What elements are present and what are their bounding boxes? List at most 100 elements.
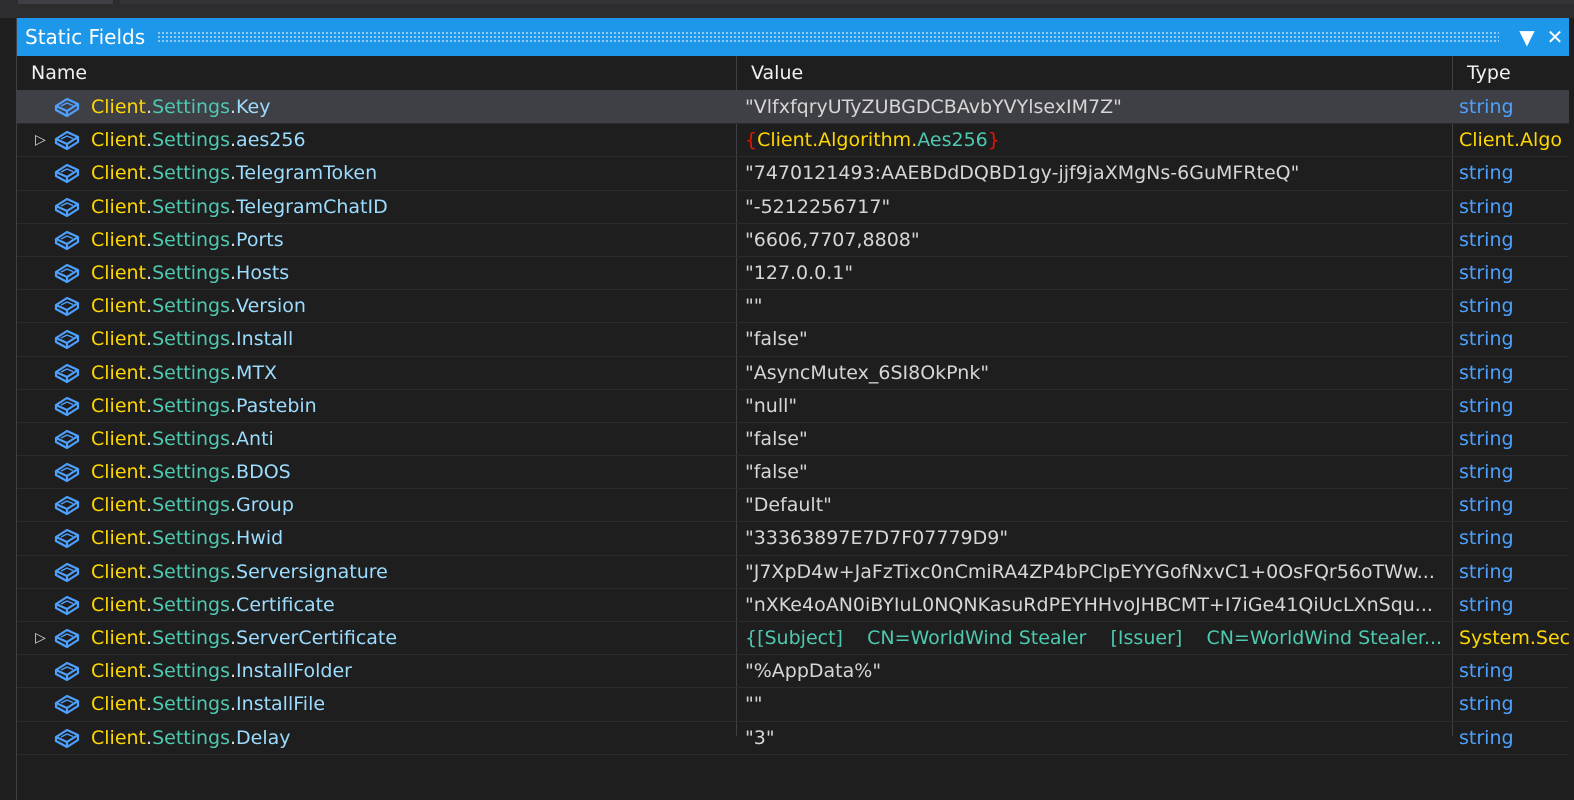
list-item[interactable]: Client.Settings.Serversignature "J7XpD4w+… — [17, 556, 1569, 589]
static-field-icon — [53, 161, 81, 185]
name-cell: Client.Settings.Install — [17, 323, 737, 355]
static-field-icon — [53, 228, 81, 252]
static-fields-panel: Static Fields ▼ ✕ Name Value Type Client… — [16, 18, 1569, 800]
string-value: "null" — [745, 394, 798, 417]
list-item[interactable]: Client.Settings.BDOS "false" string — [17, 456, 1569, 490]
value-cell[interactable]: "J7XpD4w+JaFzTixc0nCmiRA4ZP4bPClpEYYGofN… — [745, 556, 1453, 588]
list-item[interactable]: Client.Settings.Hosts "127.0.0.1" string — [17, 257, 1569, 291]
list-item[interactable]: Client.Settings.Install "false" string — [17, 323, 1569, 357]
field-name: Client.Settings.aes256 — [91, 124, 306, 156]
value-cell[interactable]: {[Subject] CN=WorldWind Stealer [Issuer]… — [745, 622, 1453, 654]
column-header-type[interactable]: Type — [1453, 56, 1569, 90]
value-cell[interactable]: "7470121493:AAEBDdDQBD1gy-jjf9jaXMgNs-6G… — [745, 157, 1453, 189]
value-cell[interactable]: "127.0.0.1" — [745, 257, 1453, 289]
expand-triangle-icon[interactable]: ▷ — [35, 622, 47, 654]
class-settings: Settings — [152, 228, 230, 251]
window-position-dropdown-icon[interactable]: ▼ — [1513, 18, 1541, 56]
value-cell[interactable]: "%AppData%" — [745, 655, 1453, 687]
field-identifier: Install — [236, 328, 294, 351]
column-header-value[interactable]: Value — [737, 56, 1453, 90]
value-cell[interactable]: "3" — [745, 722, 1453, 754]
value-cell[interactable]: "" — [745, 290, 1453, 322]
field-name: Client.Settings.Certificate — [91, 589, 335, 621]
field-identifier: BDOS — [236, 461, 291, 484]
value-cell[interactable]: "" — [745, 688, 1453, 720]
field-name: Client.Settings.InstallFile — [91, 688, 325, 720]
class-settings: Settings — [152, 726, 230, 749]
static-field-icon — [53, 294, 81, 318]
list-item[interactable]: Client.Settings.Hwid "33363897E7D7F07779D… — [17, 522, 1569, 556]
value-cell[interactable]: "AsyncMutex_6SI8OkPnk" — [745, 357, 1453, 389]
name-cell: Client.Settings.Hosts — [17, 257, 737, 289]
name-cell: Client.Settings.Delay — [17, 722, 737, 754]
namespace-client: Client — [91, 726, 147, 749]
field-identifier: TelegramChatID — [236, 195, 388, 218]
list-item[interactable]: ▷ Client.Settings.aes256 {Client.Algorithm… — [17, 124, 1569, 158]
value-cell[interactable]: "false" — [745, 456, 1453, 488]
value-cell[interactable]: "false" — [745, 423, 1453, 455]
value-cell[interactable]: "Default" — [745, 489, 1453, 521]
tab-strip-track — [120, 0, 1574, 4]
namespace-client: Client — [91, 427, 147, 450]
string-value: "" — [745, 295, 763, 318]
value-cell[interactable]: "false" — [745, 323, 1453, 355]
list-item[interactable]: Client.Settings.Certificate "nXKe4oAN0iBY… — [17, 589, 1569, 622]
value-cell[interactable]: "null" — [745, 390, 1453, 422]
list-item[interactable]: Client.Settings.TelegramToken "7470121493… — [17, 157, 1569, 191]
list-item[interactable]: Client.Settings.Key "VlfxfqryUTyZUBGDCBAv… — [17, 91, 1569, 125]
class-settings: Settings — [152, 427, 230, 450]
type-cell: string — [1459, 96, 1514, 118]
value-cell[interactable]: "33363897E7D7F07779D9" — [745, 522, 1453, 554]
string-value: "J7XpD4w+JaFzTixc0nCmiRA4ZP4bPClpEYYGofN… — [745, 560, 1435, 583]
string-value: "" — [745, 693, 763, 716]
close-icon[interactable]: ✕ — [1541, 18, 1569, 56]
string-value: "127.0.0.1" — [745, 261, 854, 284]
type-cell: string — [1459, 660, 1514, 683]
list-item[interactable]: Client.Settings.InstallFile "" string — [17, 688, 1569, 722]
titlebar-grip[interactable] — [157, 31, 1499, 43]
value-cell[interactable]: "6606,7707,8808" — [745, 224, 1453, 256]
namespace-client: Client — [91, 560, 147, 583]
list-item[interactable]: Client.Settings.MTX "AsyncMutex_6SI8OkPnk… — [17, 357, 1569, 390]
field-name: Client.Settings.Delay — [91, 722, 291, 754]
list-item[interactable]: Client.Settings.Ports "6606,7707,8808" str… — [17, 224, 1569, 257]
value-cell[interactable]: {Client.Algorithm.Aes256} — [745, 124, 1453, 156]
list-item[interactable]: Client.Settings.Anti "false" string — [17, 423, 1569, 457]
field-name: Client.Settings.Pastebin — [91, 390, 317, 422]
list-item[interactable]: Client.Settings.Version "" string — [17, 290, 1569, 324]
name-cell: Client.Settings.Pastebin — [17, 390, 737, 422]
namespace-client: Client — [91, 693, 147, 716]
type-cell: string — [1459, 427, 1514, 450]
panel-titlebar[interactable]: Static Fields ▼ ✕ — [17, 18, 1569, 56]
class-settings: Settings — [152, 195, 230, 218]
value-cell[interactable]: "nXKe4oAN0iBYIuL0NQNKasuRdPEYHHvoJHBCMT+… — [745, 589, 1453, 621]
name-cell: Client.Settings.MTX — [17, 357, 737, 389]
name-cell: ▷ Client.Settings.aes256 — [17, 124, 737, 156]
list-item[interactable]: Client.Settings.Delay "3" string — [17, 722, 1569, 755]
field-name: Client.Settings.Key — [91, 91, 271, 123]
value-cell[interactable]: "-5212256717" — [745, 191, 1453, 223]
list-item[interactable]: Client.Settings.Pastebin "null" string — [17, 390, 1569, 423]
class-settings: Settings — [152, 461, 230, 484]
static-field-icon — [53, 726, 81, 750]
column-header-name[interactable]: Name — [17, 56, 737, 90]
namespace-client: Client — [91, 96, 147, 118]
list-item[interactable]: Client.Settings.Group "Default" string — [17, 489, 1569, 523]
string-value: "%AppData%" — [745, 660, 882, 683]
static-field-icon — [53, 128, 81, 152]
object-type-class: Aes256 — [917, 129, 988, 152]
field-name: Client.Settings.Hwid — [91, 522, 283, 554]
value-cell[interactable]: "VlfxfqryUTyZUBGDCBAvbYVYlsexIM7Z" — [745, 91, 1453, 123]
expand-triangle-icon[interactable]: ▷ — [35, 124, 47, 156]
list-item[interactable]: Client.Settings.InstallFolder "%AppData%"… — [17, 655, 1569, 689]
field-name: Client.Settings.TelegramToken — [91, 157, 377, 189]
list-item[interactable]: Client.Settings.TelegramChatID "-52122567… — [17, 191, 1569, 224]
type-cell: string — [1459, 195, 1514, 218]
type-cell: string — [1459, 560, 1514, 583]
namespace-client: Client — [91, 593, 147, 616]
static-field-icon — [53, 692, 81, 716]
field-identifier: Pastebin — [236, 394, 317, 417]
list-item[interactable]: ▷ Client.Settings.ServerCertificate {[Subj… — [17, 622, 1569, 656]
field-identifier: Hwid — [236, 527, 284, 550]
field-name: Client.Settings.MTX — [91, 357, 277, 389]
